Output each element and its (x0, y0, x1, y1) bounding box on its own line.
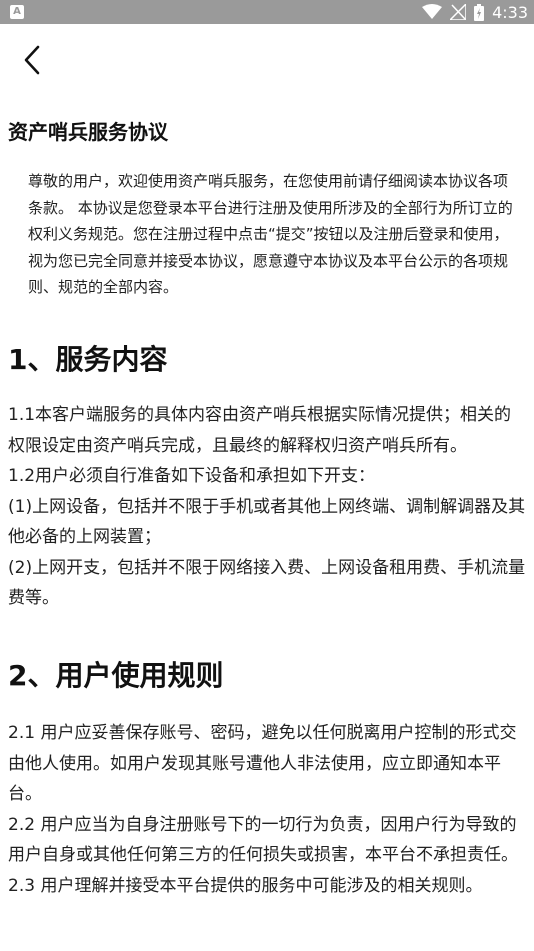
app-notification-icon: A (10, 5, 24, 19)
status-bar: A 4:33 (0, 0, 534, 24)
clause-1-2-item-2: (2)上网开支，包括并不限于网络接入费、上网设备租用费、手机流量费等。 (8, 557, 526, 609)
section-heading-service: 1、服务内容 (8, 343, 168, 376)
wifi-icon (422, 4, 443, 20)
top-nav-bar (0, 24, 534, 100)
intro-paragraph: 尊敬的用户，欢迎使用资产哨兵服务，在您使用前请仔细阅读本协议各项条款。 本协议是… (28, 172, 513, 296)
clause-2-1: 2.1 用户应妥善保存账号、密码，避免以任何脱离用户控制的形式交由他人使用。如用… (8, 723, 517, 804)
chevron-left-icon (23, 45, 41, 75)
clause-1-1: 1.1本客户端服务的具体内容由资产哨兵根据实际情况提供；相关的权限设定由资产哨兵… (8, 405, 512, 456)
back-button[interactable] (14, 40, 50, 80)
status-time: 4:33 (492, 2, 528, 22)
section-heading-rules: 2、用户使用规则 (8, 659, 224, 692)
section-body-service: 1.1本客户端服务的具体内容由资产哨兵根据实际情况提供；相关的权限设定由资产哨兵… (8, 400, 528, 614)
battery-icon (474, 3, 485, 21)
section-body-rules: 2.1 用户应妥善保存账号、密码，避免以任何脱离用户控制的形式交由他人使用。如用… (8, 718, 528, 901)
page-title: 资产哨兵服务协议 (8, 120, 168, 144)
clause-1-2-item-1: (1)上网设备，包括并不限于手机或者其他上网终端、调制解调器及其他必备的上网装置… (8, 496, 526, 548)
clause-2-3: 2.3 用户理解并接受本平台提供的服务中可能涉及的相关规则。 (8, 875, 483, 896)
clause-1-2: 1.2用户必须自行准备如下设备和承担如下开支： (8, 466, 376, 486)
clause-2-2: 2.2 用户应当为自身注册账号下的一切行为负责，因用户行为导致的用户自身或其他任… (8, 814, 518, 866)
signal-icon (450, 4, 467, 20)
